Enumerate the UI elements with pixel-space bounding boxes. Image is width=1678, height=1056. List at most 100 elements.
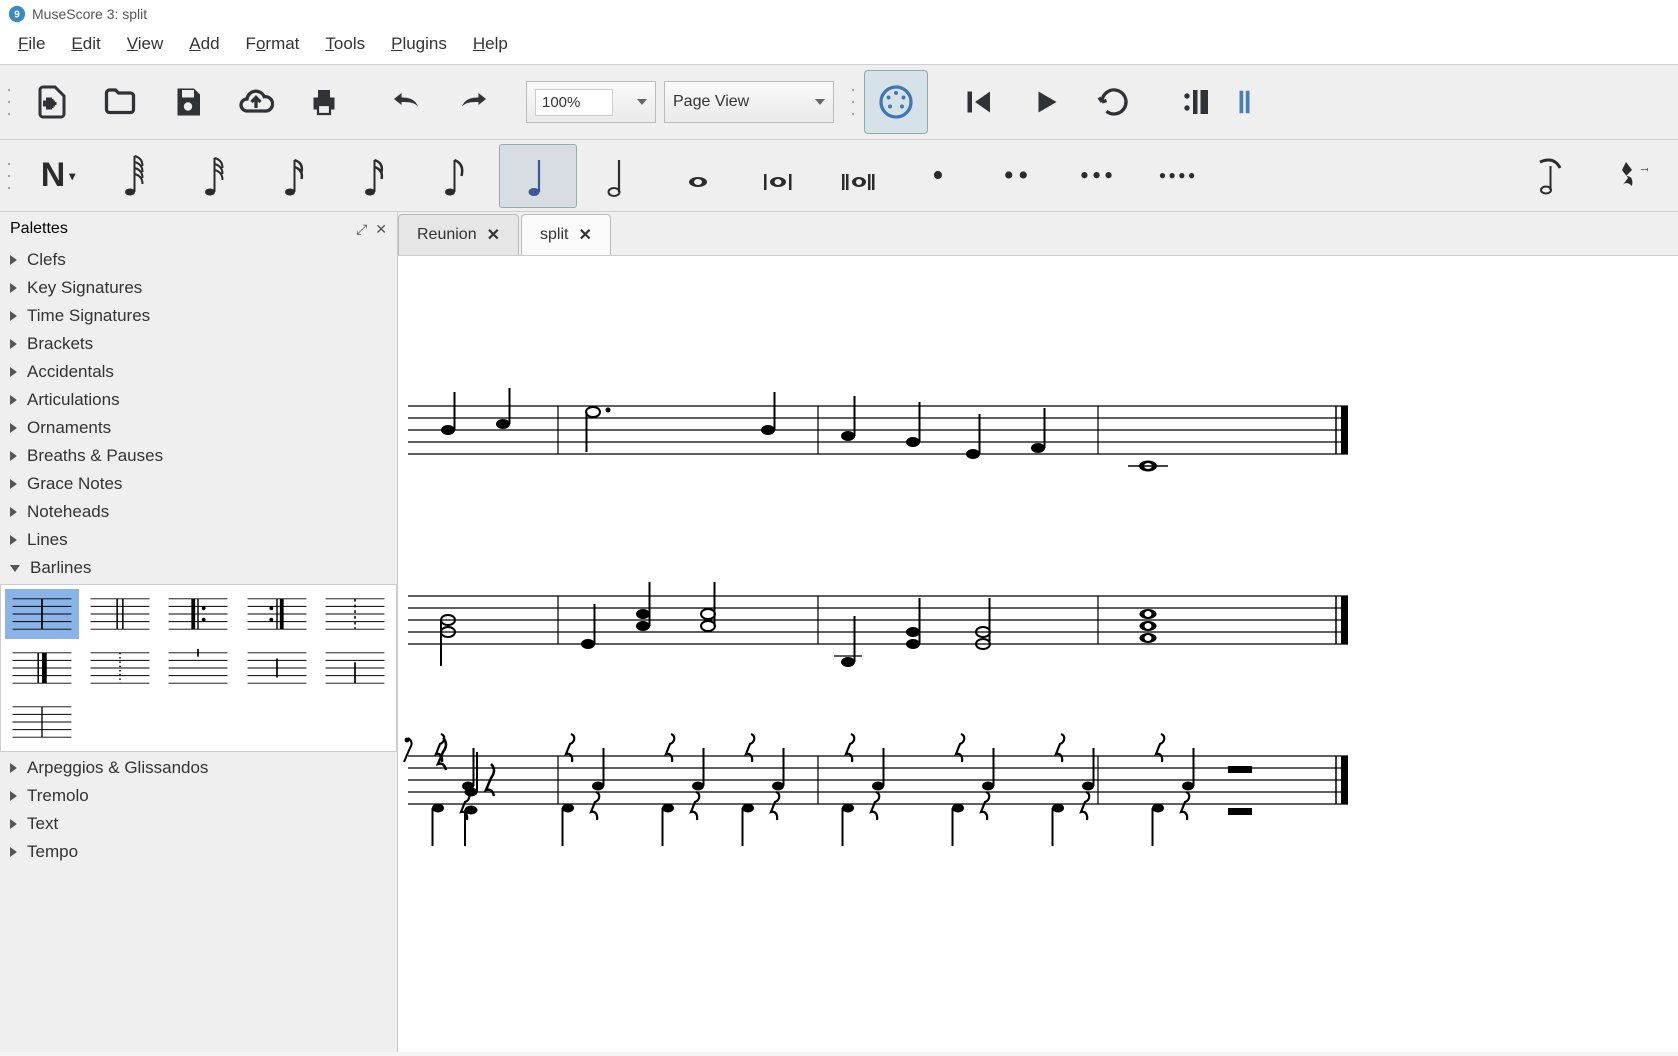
palette-item-key-signatures[interactable]: Key Signatures (0, 274, 397, 302)
dot-button[interactable]: • (899, 144, 977, 208)
note-input-toolbar: N▾ • •• ••• •••• → (0, 140, 1678, 212)
barline-short[interactable] (240, 643, 314, 693)
note-input-mode-button[interactable]: N▾ (19, 144, 97, 208)
double-dot-button[interactable]: •• (979, 144, 1057, 208)
palette-label: Lines (27, 530, 68, 550)
barline-tick[interactable] (161, 643, 235, 693)
zoom-combo[interactable]: 100% (526, 81, 656, 123)
zoom-value[interactable]: 100% (535, 89, 613, 116)
chevron-icon (10, 535, 17, 545)
chevron-icon (10, 311, 17, 321)
barline-dotted[interactable] (83, 643, 157, 693)
palettes-header: Palettes ⤢ ✕ (0, 212, 397, 246)
play-button[interactable] (1014, 70, 1078, 134)
menu-add[interactable]: Add (189, 34, 219, 54)
double-whole-button[interactable] (739, 144, 817, 208)
rest-button[interactable]: → (1591, 144, 1669, 208)
triple-dot-button[interactable]: ••• (1059, 144, 1137, 208)
palette-label: Tremolo (27, 786, 89, 806)
rewind-button[interactable] (946, 70, 1010, 134)
close-icon[interactable]: ✕ (487, 225, 500, 245)
loop-button[interactable] (1082, 70, 1146, 134)
64th-note-button[interactable] (99, 144, 177, 208)
expand-panel-icon[interactable]: ⤢ (356, 221, 367, 238)
tab-label: Reunion (417, 226, 477, 244)
palette-label: Grace Notes (27, 474, 122, 494)
palette-item-clefs[interactable]: Clefs (0, 246, 397, 274)
chevron-icon (10, 819, 17, 829)
quad-dot-button[interactable]: •••• (1139, 144, 1217, 208)
tab-reunion[interactable]: Reunion ✕ (398, 214, 519, 255)
palette-label: Time Signatures (27, 306, 150, 326)
chevron-icon (10, 763, 17, 773)
half-note-button[interactable] (579, 144, 657, 208)
palette-item-arpeggios-glissandos[interactable]: Arpeggios & Glissandos (0, 754, 397, 782)
chevron-icon (10, 565, 20, 572)
flip-stem-button[interactable] (1511, 144, 1589, 208)
chevron-down-icon (815, 99, 825, 105)
save-button[interactable] (156, 70, 220, 134)
chevron-icon (10, 791, 17, 801)
8th-note-button[interactable] (419, 144, 497, 208)
repeat-playback-button[interactable] (1164, 70, 1228, 134)
16th-note-button[interactable] (339, 144, 417, 208)
palette-item-time-signatures[interactable]: Time Signatures (0, 302, 397, 330)
barline-short2[interactable] (318, 643, 392, 693)
close-icon[interactable]: ✕ (578, 225, 591, 245)
menu-tools[interactable]: Tools (325, 34, 365, 54)
barline-double[interactable] (83, 589, 157, 639)
palette-item-barlines[interactable]: Barlines (0, 554, 397, 582)
palette-item-accidentals[interactable]: Accidentals (0, 358, 397, 386)
chevron-icon (10, 451, 17, 461)
palette-item-articulations[interactable]: Articulations (0, 386, 397, 414)
tab-label: split (540, 226, 568, 244)
tab-split[interactable]: split ✕ (521, 214, 611, 255)
barline-final[interactable] (5, 643, 79, 693)
menu-file[interactable]: File (18, 34, 45, 54)
new-file-button[interactable] (20, 70, 84, 134)
upload-cloud-button[interactable] (224, 70, 288, 134)
palette-item-lines[interactable]: Lines (0, 526, 397, 554)
chevron-icon (10, 283, 17, 293)
redo-button[interactable] (442, 70, 506, 134)
chevron-down-icon (637, 99, 647, 105)
midi-button[interactable] (864, 70, 928, 134)
close-panel-icon[interactable]: ✕ (375, 221, 387, 238)
menu-edit[interactable]: Edit (71, 34, 100, 54)
window-title: MuseScore 3: split (32, 6, 147, 22)
palette-item-text[interactable]: Text (0, 810, 397, 838)
palette-item-noteheads[interactable]: Noteheads (0, 498, 397, 526)
svg-text:9: 9 (14, 10, 20, 21)
palette-item-tremolo[interactable]: Tremolo (0, 782, 397, 810)
chevron-icon (10, 507, 17, 517)
palette-item-tempo[interactable]: Tempo (0, 838, 397, 866)
open-folder-button[interactable] (88, 70, 152, 134)
palette-label: Brackets (27, 334, 93, 354)
barline-normal[interactable] (5, 589, 79, 639)
metronome-button[interactable] (1232, 70, 1262, 134)
chevron-icon (10, 367, 17, 377)
16th-alt-note-button[interactable] (259, 144, 337, 208)
longa-button[interactable] (819, 144, 897, 208)
palette-item-ornaments[interactable]: Ornaments (0, 414, 397, 442)
barline-dashed[interactable] (318, 589, 392, 639)
view-mode-label: Page View (673, 93, 749, 111)
menu-format[interactable]: Format (246, 34, 300, 54)
palette-item-breaths-pauses[interactable]: Breaths & Pauses (0, 442, 397, 470)
undo-button[interactable] (374, 70, 438, 134)
palette-label: Clefs (27, 250, 66, 270)
barline-end-repeat[interactable] (240, 589, 314, 639)
menu-plugins[interactable]: Plugins (391, 34, 447, 54)
quarter-note-button[interactable] (499, 144, 577, 208)
view-mode-combo[interactable]: Page View (664, 81, 834, 123)
menu-help[interactable]: Help (473, 34, 508, 54)
palette-item-brackets[interactable]: Brackets (0, 330, 397, 358)
barline-single[interactable] (5, 697, 79, 747)
palette-item-grace-notes[interactable]: Grace Notes (0, 470, 397, 498)
score-canvas[interactable] (398, 256, 1678, 1052)
menu-view[interactable]: View (127, 34, 164, 54)
barline-start-repeat[interactable] (161, 589, 235, 639)
whole-note-button[interactable] (659, 144, 737, 208)
print-button[interactable] (292, 70, 356, 134)
32nd-note-button[interactable] (179, 144, 257, 208)
